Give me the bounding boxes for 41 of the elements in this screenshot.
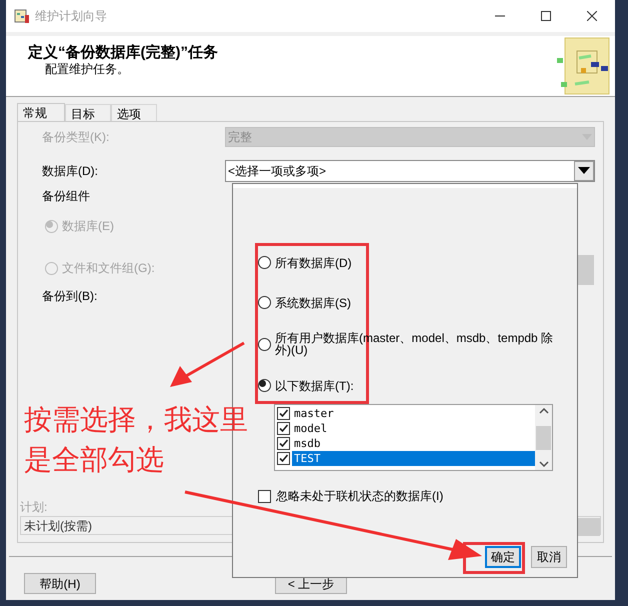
radio-label: 系统数据库(S): [275, 296, 351, 308]
scroll-down-icon[interactable]: [538, 461, 548, 467]
radio-button[interactable]: [258, 338, 271, 351]
checkbox-label: 忽略未处于联机状态的数据库(I): [276, 488, 444, 505]
checkbox[interactable]: [258, 490, 271, 502]
field-label: 备份类型(K):: [42, 128, 110, 146]
field-label: 计划:: [20, 500, 48, 514]
checkbox[interactable]: [277, 407, 290, 420]
list-item[interactable]: TEST: [292, 451, 535, 466]
radio-label: 所有数据库(D): [275, 256, 352, 268]
radio-button[interactable]: [258, 296, 271, 309]
button[interactable]: 取消: [531, 546, 567, 568]
checkbox[interactable]: [277, 422, 290, 435]
tab[interactable]: 目标: [65, 104, 111, 121]
radio-label: 数据库(E): [62, 218, 114, 235]
dropdown[interactable]: <选择一项或多项>: [225, 160, 595, 182]
scrollbar[interactable]: [535, 405, 552, 470]
wizard-drawing: [555, 36, 611, 96]
list-item[interactable]: master: [292, 406, 535, 421]
checkbox[interactable]: [277, 452, 290, 465]
field-label: 数据库(D):: [42, 162, 99, 180]
button[interactable]: 帮助(H): [24, 573, 96, 594]
app-icon: [14, 8, 30, 24]
list-item[interactable]: msdb: [292, 436, 535, 451]
page-subtitle: 配置维护任务。: [44, 62, 130, 76]
checkbox[interactable]: [277, 437, 290, 450]
page-title: 定义“备份数据库(完整)”任务: [28, 44, 219, 62]
annotation-text: 是全部勾选: [24, 443, 165, 477]
radio-label: 以下数据库(T):: [275, 380, 354, 392]
list-item[interactable]: model: [292, 421, 535, 436]
tab[interactable]: 常规: [17, 103, 65, 122]
scroll-up-icon[interactable]: [538, 408, 548, 414]
section-label: 备份组件: [42, 189, 90, 203]
field-label: 备份到(B):: [42, 288, 98, 305]
window-title: 维护计划向导: [35, 8, 107, 25]
tab[interactable]: 选项: [111, 104, 157, 121]
disabled-field: [577, 255, 594, 285]
radio-button[interactable]: [258, 379, 271, 392]
button[interactable]: 确定: [485, 546, 521, 568]
radio-label: 文件和文件组(G):: [62, 260, 155, 277]
radio-button[interactable]: [258, 256, 271, 269]
